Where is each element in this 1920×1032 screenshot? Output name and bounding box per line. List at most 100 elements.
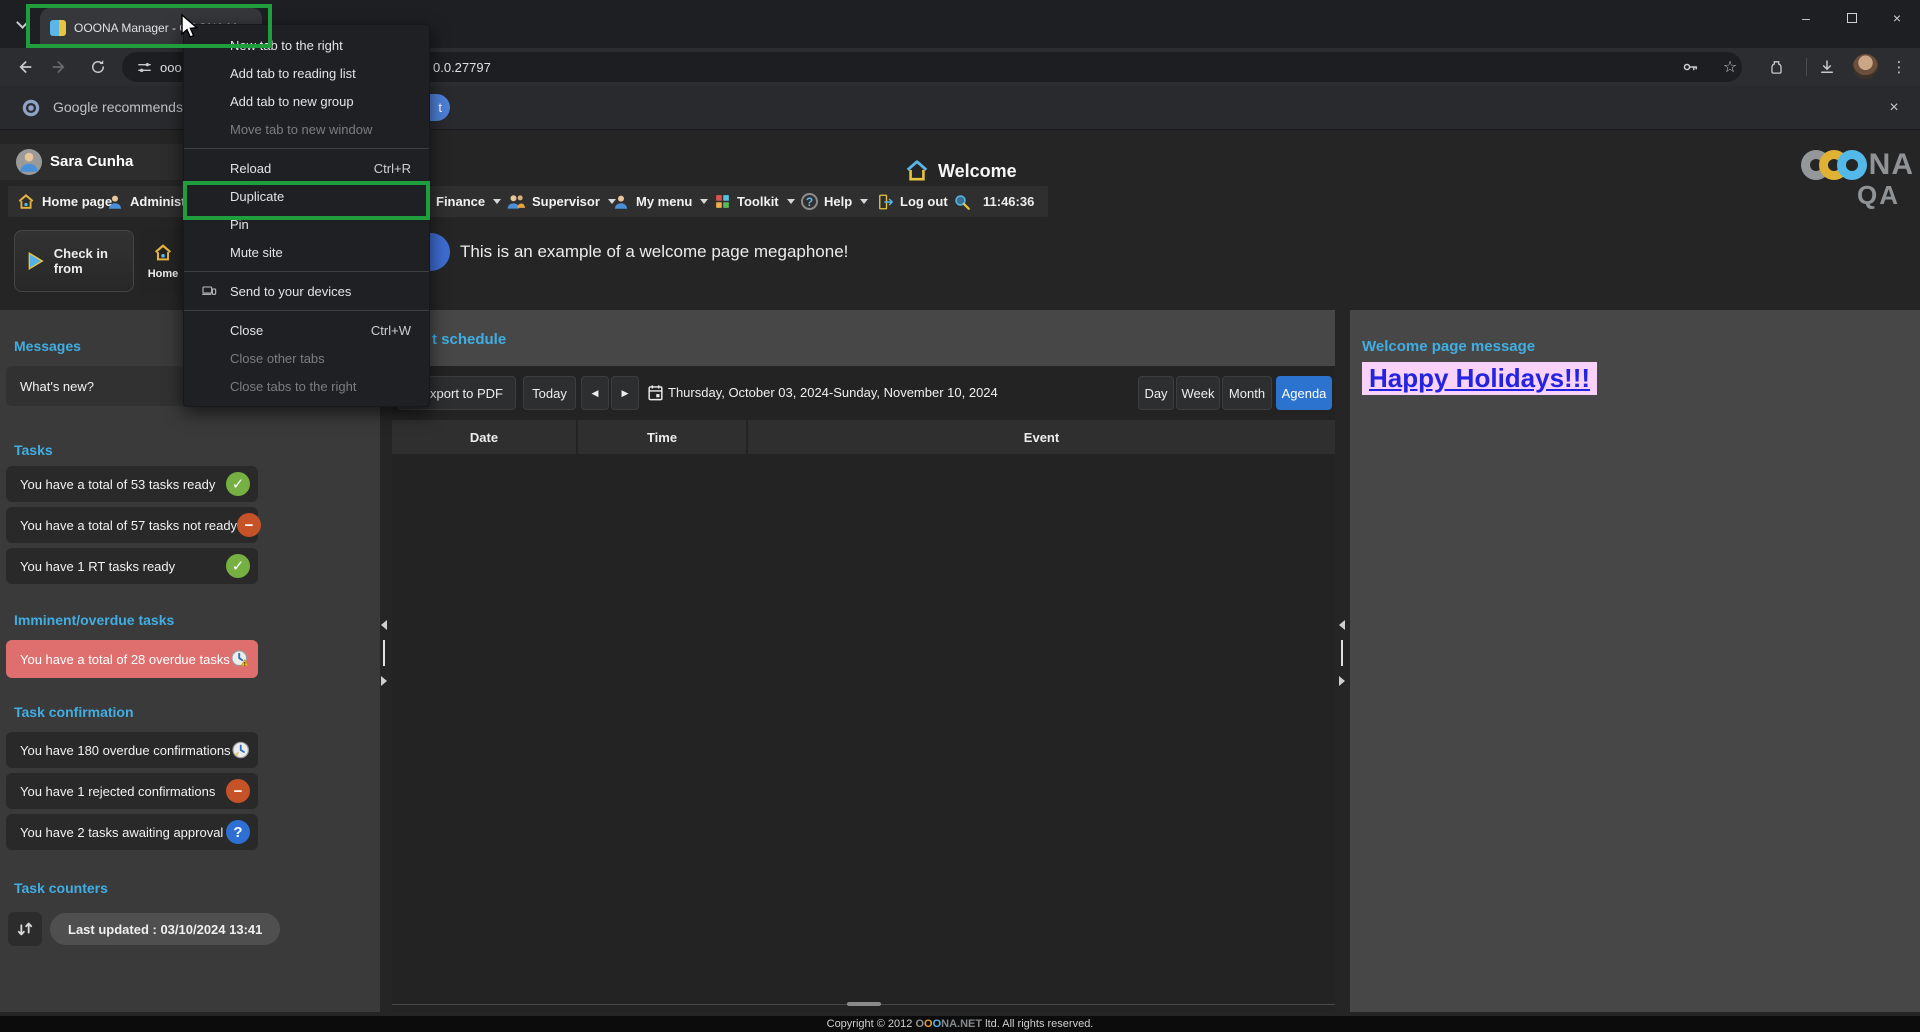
page-title: Welcome — [938, 161, 1017, 182]
nav-log-out-label: Log out — [900, 194, 948, 209]
overdue-tasks-row[interactable]: You have a total of 28 overdue tasks — [6, 640, 258, 678]
bookmark-star-icon[interactable]: ☆ — [1720, 57, 1740, 77]
user-avatar[interactable] — [16, 149, 42, 175]
welcome-message-text: Happy Holidays!!! — [1362, 362, 1597, 395]
check-in-from-button[interactable]: Check in from — [14, 230, 134, 292]
menu-item-close-tabs-right: Close tabs to the right — [184, 372, 429, 400]
menu-item-label: Mute site — [230, 245, 283, 260]
toolkit-icon — [714, 193, 731, 210]
nav-my-menu-label: My menu — [636, 194, 692, 209]
task-row-label: You have a total of 57 tasks not ready — [20, 518, 237, 533]
view-day-button[interactable]: Day — [1138, 376, 1174, 410]
clock-icon — [231, 737, 250, 763]
mouse-cursor-icon — [180, 14, 200, 42]
menu-item-close[interactable]: CloseCtrl+W — [184, 316, 429, 344]
window-maximize-button[interactable] — [1829, 0, 1875, 36]
infobar-message: Google recommends s — [53, 99, 194, 115]
person-icon — [612, 193, 630, 211]
site-settings-icon[interactable] — [134, 57, 154, 77]
window-close-button[interactable]: × — [1874, 0, 1920, 36]
column-event: Event — [748, 420, 1335, 454]
toolbar-divider — [1806, 58, 1807, 76]
logo-na-text: NA — [1869, 148, 1914, 182]
downloads-button[interactable] — [1814, 54, 1840, 80]
menu-item-add-new-group[interactable]: Add tab to new group — [184, 87, 429, 115]
view-month-button[interactable]: Month — [1222, 376, 1272, 410]
nav-finance[interactable]: Finance — [436, 186, 501, 217]
forward-button[interactable] — [46, 53, 74, 81]
task-summary-row[interactable]: You have a total of 53 tasks ready ✓ — [6, 466, 258, 502]
schedule-title: t schedule — [432, 331, 506, 348]
menu-item-add-reading-list[interactable]: Add tab to reading list — [184, 59, 429, 87]
nav-help-label: Help — [824, 194, 852, 209]
view-week-button[interactable]: Week — [1176, 376, 1220, 410]
collapse-left-icon — [381, 620, 387, 630]
minus-icon: − — [226, 779, 250, 803]
right-panel-splitter[interactable] — [1337, 620, 1347, 686]
home-tile-label: Home — [148, 268, 179, 280]
menu-item-label: Add tab to new group — [230, 94, 354, 109]
overdue-section-title: Imminent/overdue tasks — [14, 612, 174, 628]
next-button[interactable]: ▶ — [611, 376, 639, 410]
search-icon — [953, 193, 971, 211]
menu-item-mute-site[interactable]: Mute site — [184, 238, 429, 266]
annotation-box-tab — [26, 4, 272, 48]
footer-copyright: Copyright © 2012 — [827, 1018, 916, 1030]
sidebar: Messages What's new? Tasks You have a to… — [0, 310, 380, 1012]
help-icon: ? — [801, 193, 818, 210]
task-summary-row[interactable]: You have 1 RT tasks ready ✓ — [6, 548, 258, 584]
home-tile-button[interactable]: Home — [140, 228, 186, 294]
reload-icon — [89, 58, 107, 76]
menu-item-move-new-window: Move tab to new window — [184, 115, 429, 143]
logo-circle-blue — [1837, 150, 1867, 180]
question-icon: ? — [226, 820, 250, 844]
today-button[interactable]: Today — [523, 376, 576, 410]
menu-item-send-to-devices[interactable]: Send to your devices — [184, 277, 429, 305]
confirmation-row[interactable]: You have 1 rejected confirmations − — [6, 773, 258, 809]
nav-home-page[interactable]: Home page — [16, 186, 112, 217]
footer-brand-o1: O — [915, 1018, 924, 1030]
refresh-counters-button[interactable] — [8, 912, 42, 946]
task-row-label: You have 1 RT tasks ready — [20, 559, 226, 574]
reload-button[interactable] — [84, 53, 112, 81]
view-agenda-button[interactable]: Agenda — [1276, 376, 1332, 410]
confirmation-row[interactable]: You have 180 overdue confirmations — [6, 732, 258, 768]
nav-supervisor[interactable]: Supervisor — [506, 186, 616, 217]
footer-rights: ltd. All rights reserved. — [982, 1018, 1093, 1030]
menu-item-reload[interactable]: ReloadCtrl+R — [184, 154, 429, 182]
welcome-message-panel: Welcome page message Happy Holidays!!! — [1350, 310, 1920, 1012]
send-to-devices-icon — [200, 283, 218, 299]
nav-my-menu[interactable]: My menu — [612, 186, 708, 217]
check-in-from-label: Check in from — [54, 246, 123, 276]
passwords-key-icon[interactable] — [1680, 57, 1700, 77]
window-minimize-button[interactable]: – — [1783, 0, 1829, 36]
messages-section-title: Messages — [14, 338, 81, 354]
confirmation-row-label: You have 2 tasks awaiting approval — [20, 825, 226, 840]
sidebar-splitter[interactable] — [379, 620, 389, 686]
caret-down-icon — [493, 199, 501, 204]
nav-search[interactable] — [953, 186, 971, 217]
browser-menu-kebab-icon[interactable]: ⋮ — [1886, 54, 1912, 80]
check-icon: ✓ — [226, 554, 250, 578]
browser-profile-avatar[interactable] — [1853, 54, 1878, 79]
extensions-icon[interactable] — [1763, 54, 1789, 80]
schedule-panel: t schedule Export to PDF Today ◀ ▶ Thurs… — [392, 310, 1335, 1012]
minus-icon: − — [237, 513, 261, 537]
nav-help[interactable]: ? Help — [801, 186, 868, 217]
nav-toolkit[interactable]: Toolkit — [714, 186, 795, 217]
panel-resize-handle[interactable] — [847, 1002, 881, 1006]
splitter-handle — [383, 640, 385, 666]
check-icon: ✓ — [226, 472, 250, 496]
prev-button[interactable]: ◀ — [581, 376, 609, 410]
tasks-section-title: Tasks — [14, 442, 53, 458]
home-icon — [152, 242, 174, 264]
confirmation-row[interactable]: You have 2 tasks awaiting approval ? — [6, 814, 258, 850]
menu-item-label: Move tab to new window — [230, 122, 372, 137]
task-summary-row[interactable]: You have a total of 57 tasks not ready − — [6, 507, 258, 543]
play-icon — [25, 248, 46, 274]
infobar-close-icon[interactable]: × — [1882, 96, 1906, 120]
chrome-shield-icon — [20, 97, 42, 119]
nav-log-out[interactable]: Log out — [876, 186, 948, 217]
back-button[interactable] — [10, 53, 38, 81]
nav-home-label: Home page — [42, 194, 112, 209]
